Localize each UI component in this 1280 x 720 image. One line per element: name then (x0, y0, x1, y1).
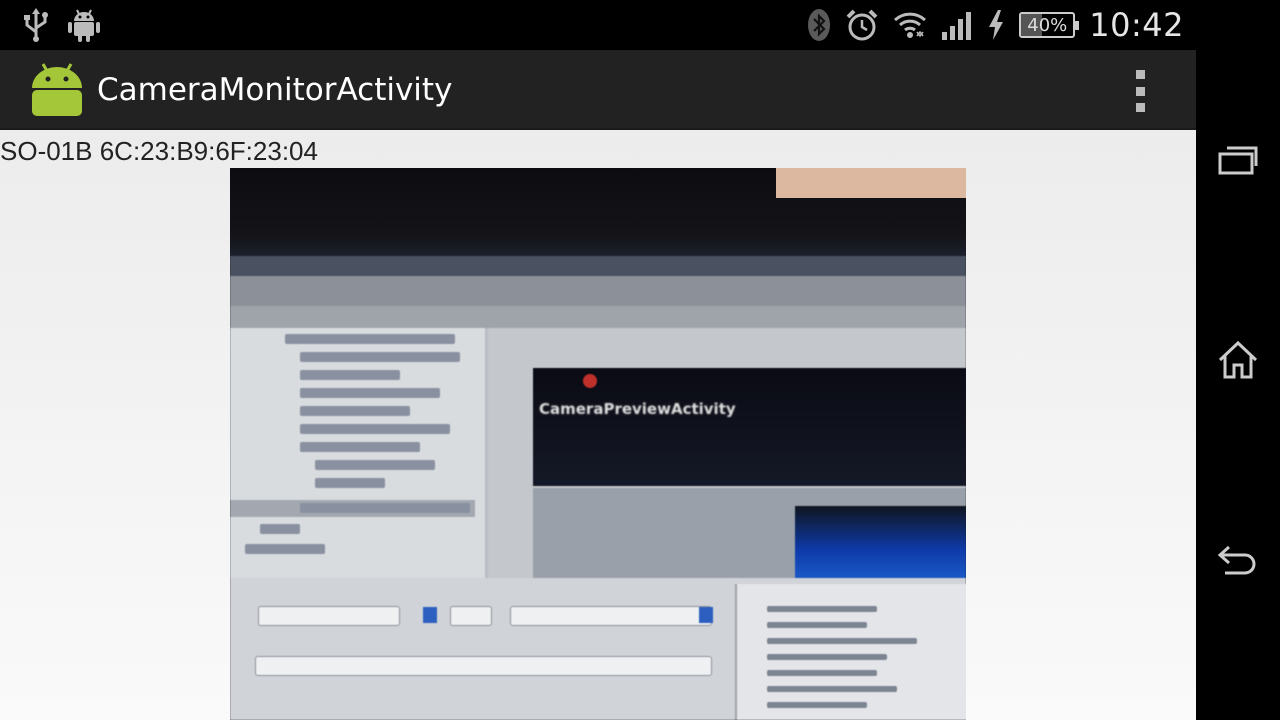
preview-caption: CameraPreviewActivity (539, 400, 736, 418)
android-debug-icon (68, 8, 100, 42)
preview-toolbar (230, 276, 966, 306)
preview-tree-row (285, 334, 455, 344)
overflow-dot (1135, 86, 1145, 96)
status-bar: 40% 10:42 (0, 0, 1196, 50)
clock: 10:42 (1089, 6, 1184, 44)
preview-console-line (767, 686, 897, 692)
battery-percent: 40% (1027, 14, 1068, 36)
overflow-menu-icon[interactable] (1128, 70, 1152, 112)
action-bar: CameraMonitorActivity (0, 50, 1196, 130)
overflow-dot (1135, 70, 1145, 79)
notification-icons (22, 8, 100, 42)
preview-menubar (230, 256, 966, 276)
battery-indicator: 40% (1019, 12, 1080, 38)
preview-console-line (767, 702, 867, 708)
preview-field (510, 606, 712, 626)
wifi-icon (893, 10, 927, 40)
usb-icon (22, 8, 50, 42)
back-icon[interactable] (1210, 532, 1266, 588)
preview-tabs (230, 306, 966, 328)
preview-project-tree (230, 328, 485, 578)
charging-icon (987, 10, 1005, 40)
preview-console-line (767, 654, 887, 660)
preview-tree-row (315, 478, 385, 488)
recent-apps-icon[interactable] (1210, 132, 1266, 188)
home-icon[interactable] (1210, 332, 1266, 388)
preview-dark-panel: CameraPreviewActivity (533, 368, 966, 486)
preview-console-line (767, 638, 917, 644)
android-app-icon[interactable] (28, 62, 86, 120)
app-title: CameraMonitorActivity (97, 72, 453, 108)
main-content: SO-01B 6C:23:B9:6F:23:04 CameraPreviewAc… (0, 130, 1196, 720)
signal-icon (941, 10, 973, 40)
preview-field (450, 606, 492, 626)
preview-console-line (767, 622, 867, 628)
preview-editor: CameraPreviewActivity (488, 328, 966, 580)
preview-tree-row (260, 524, 300, 534)
bluetooth-icon (807, 8, 831, 42)
preview-tree-row (300, 503, 470, 513)
navigation-bar (1196, 0, 1280, 720)
preview-tree-row (300, 370, 400, 380)
preview-field (258, 606, 400, 626)
preview-tree-row (300, 388, 440, 398)
preview-blue-panel (795, 506, 966, 578)
preview-blue-button (423, 607, 437, 623)
preview-tree-row (245, 544, 325, 554)
preview-monitor: CameraPreviewActivity (230, 256, 966, 720)
preview-field (255, 656, 712, 676)
preview-tree-row (300, 352, 460, 362)
alarm-icon (845, 8, 879, 42)
system-icons: 40% 10:42 (807, 6, 1184, 44)
preview-blue-button (699, 607, 713, 623)
preview-console-line (767, 606, 877, 612)
preview-paper (776, 168, 966, 198)
preview-tree-row (300, 424, 450, 434)
preview-console-line (767, 670, 877, 676)
preview-badge (583, 374, 597, 388)
preview-tree-row (300, 442, 420, 452)
overflow-dot (1135, 103, 1145, 112)
preview-bottom-panel (230, 578, 966, 720)
device-label: SO-01B 6C:23:B9:6F:23:04 (0, 136, 318, 166)
preview-console (735, 584, 966, 720)
preview-inner-screen (533, 488, 966, 580)
camera-preview: CameraPreviewActivity (230, 168, 966, 720)
preview-tree-row (315, 460, 435, 470)
preview-tree-row (300, 406, 410, 416)
